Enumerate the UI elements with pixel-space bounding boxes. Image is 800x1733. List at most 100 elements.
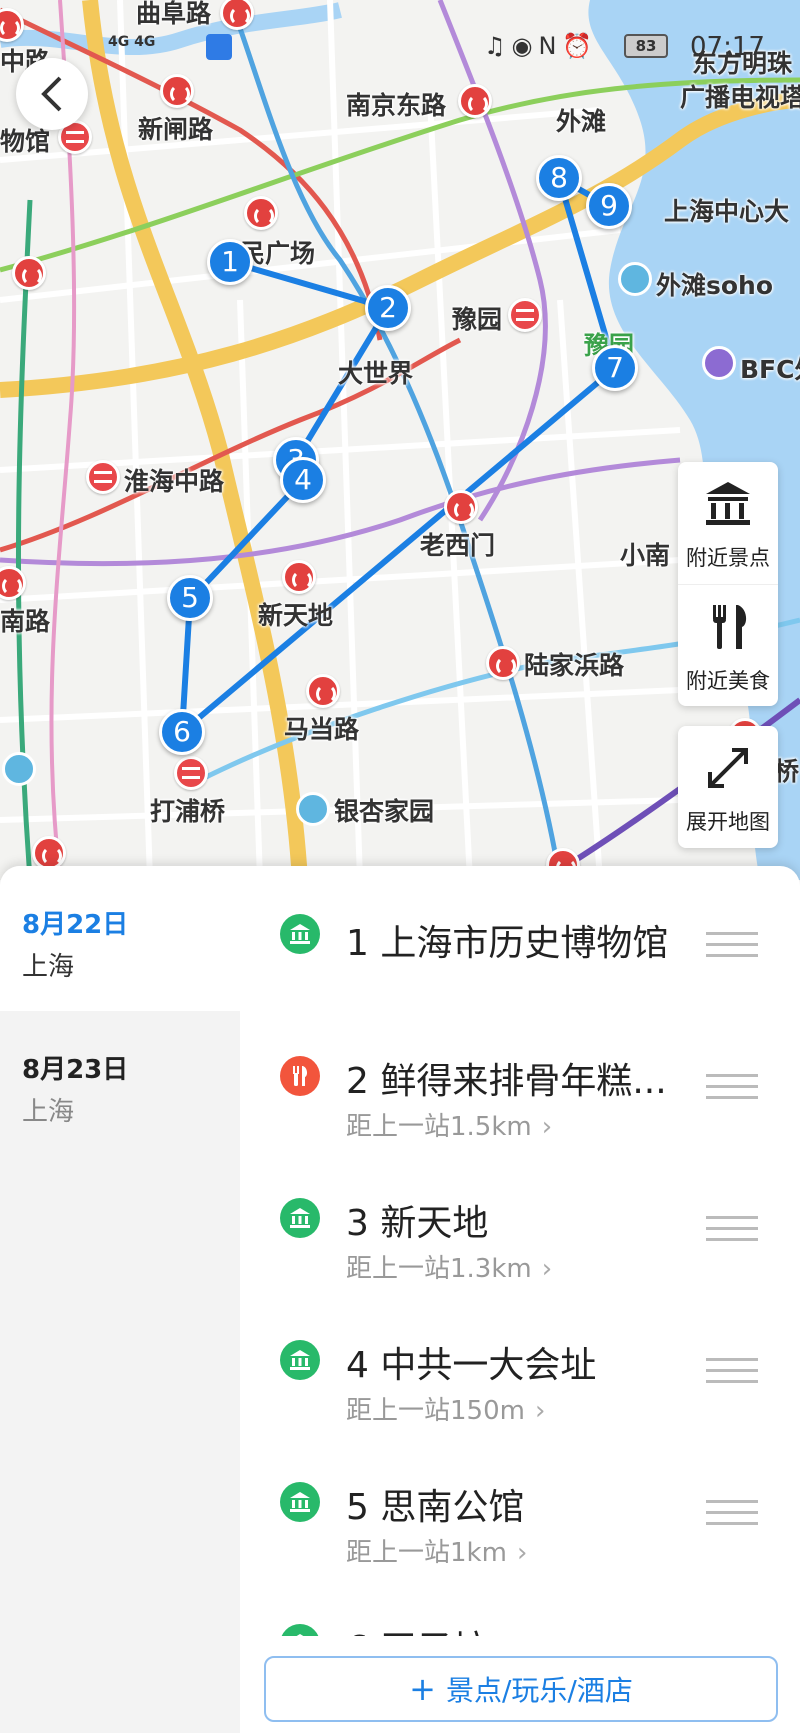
nearby-panel: 附近景点 附近美食 (678, 462, 778, 706)
map-label: 南路 (0, 607, 51, 636)
chevron-right-icon: › (534, 1396, 546, 1426)
route-stop-marker[interactable]: 4 (280, 457, 326, 503)
museum-icon (280, 1198, 320, 1238)
list-item[interactable]: 2 鲜得来排骨年糕... 距上一站1.5km › (240, 1008, 800, 1150)
chevron-right-icon: › (541, 1112, 553, 1142)
distance-text: 距上一站1km (346, 1538, 507, 1568)
expand-map-label: 展开地图 (686, 810, 770, 834)
expand-icon (708, 748, 748, 788)
clock: 07:17 (690, 32, 765, 62)
metro-station-icon (32, 836, 66, 870)
drag-handle-icon[interactable] (706, 1500, 758, 1526)
map-label: 上海中心大 (664, 197, 790, 226)
map-label: 外滩 (556, 107, 607, 136)
metro-station-icon (306, 674, 340, 708)
poi-icon (296, 792, 330, 826)
day-city: 上海 (22, 1097, 75, 1127)
drag-handle-icon[interactable] (706, 1216, 758, 1242)
metro-station-icon (508, 298, 542, 332)
route-stop-marker[interactable]: 1 (207, 239, 253, 285)
map-label: 马当路 (284, 715, 360, 744)
list-item[interactable]: 5 思南公馆 距上一站1km › (240, 1434, 800, 1576)
distance-text: 距上一站1.3km (346, 1254, 532, 1284)
nearby-food-button[interactable]: 附近美食 (678, 584, 778, 706)
map-label: 新天地 (258, 601, 334, 630)
nearby-sights-label: 附近景点 (686, 546, 770, 570)
metro-station-icon (486, 646, 520, 680)
map-label: 打浦桥 (150, 797, 226, 826)
expand-map-inner: 展开地图 (678, 726, 778, 848)
route-stop-marker[interactable]: 7 (592, 345, 638, 391)
network-indicator: 4G 4G (108, 34, 156, 50)
stop-title: 5 思南公馆 (346, 1487, 525, 1528)
museum-icon (280, 1340, 320, 1380)
list-item[interactable]: 3 新天地 距上一站1.3km › (240, 1150, 800, 1292)
poi-icon (2, 752, 36, 786)
metro-station-icon (444, 490, 478, 524)
day-date: 8月23日 (22, 1055, 129, 1085)
status-icons: ♫◉N⏰ (484, 32, 599, 60)
museum-icon (280, 1624, 320, 1636)
day-tabs: 8月22日 上海 8月23日 上海 (0, 866, 240, 1733)
map-label: 曲阜路 (136, 0, 212, 28)
distance-link[interactable]: 距上一站1.3km › (346, 1248, 552, 1285)
chevron-right-icon: › (516, 1538, 528, 1568)
fork-knife-icon (713, 605, 747, 649)
stop-title: 1 上海市历史博物馆 (346, 923, 669, 964)
stop-title: 4 中共一大会址 (346, 1345, 597, 1386)
distance-link[interactable]: 距上一站1km › (346, 1532, 527, 1569)
metro-station-icon (458, 84, 492, 118)
map-label: BFC外 (740, 355, 800, 384)
museum-icon (280, 1482, 320, 1522)
map-label: 银杏家园 (334, 797, 435, 826)
metro-station-icon (12, 256, 46, 290)
drag-handle-icon[interactable] (706, 1074, 758, 1100)
day-tab[interactable]: 8月22日 上海 (0, 866, 240, 1011)
poi-icon (702, 346, 736, 380)
nearby-sights-button[interactable]: 附近景点 (678, 462, 778, 584)
route-map[interactable]: 曲阜路 中路 南京东路 东方明珠 广播电视塔 新闸路 物馆 外滩 上海中心大 民… (0, 0, 800, 880)
landmark-icon (706, 482, 750, 525)
distance-text: 距上一站1.5km (346, 1112, 532, 1142)
route-stop-marker[interactable]: 8 (536, 155, 582, 201)
map-label: 淮海中路 (124, 467, 225, 496)
poi-icon (618, 262, 652, 296)
app-notification-icon (206, 34, 232, 60)
add-stop-button[interactable]: + 景点/玩乐/酒店 (264, 1656, 778, 1722)
stop-title: 2 鲜得来排骨年糕... (346, 1061, 667, 1102)
map-label: 老西门 (420, 531, 496, 560)
plus-icon: + (409, 1670, 436, 1708)
metro-station-icon (174, 756, 208, 790)
list-item[interactable]: 6 田子坊 (240, 1576, 800, 1636)
route-stop-marker[interactable]: 6 (159, 709, 205, 755)
stop-list: 1 上海市历史博物馆 2 鲜得来排骨年糕... 距上一站1.5km › 3 新天地… (240, 866, 800, 1636)
itinerary-panel: 8月22日 上海 8月23日 上海 1 上海市历史博物馆 2 鲜得来排骨年糕..… (0, 866, 800, 1733)
nearby-food-label: 附近美食 (686, 669, 770, 693)
chevron-left-icon (41, 76, 62, 112)
expand-map-button[interactable]: 展开地图 (678, 726, 778, 848)
drag-handle-icon[interactable] (706, 1358, 758, 1384)
metro-station-icon (160, 74, 194, 108)
museum-icon (280, 914, 320, 954)
day-tab[interactable]: 8月23日 上海 (0, 1011, 240, 1156)
metro-station-icon (244, 196, 278, 230)
route-stop-marker[interactable]: 9 (586, 183, 632, 229)
add-stop-label: 景点/玩乐/酒店 (445, 1674, 633, 1707)
map-label: 大世界 (338, 359, 414, 388)
map-label: 陆家浜路 (524, 651, 625, 680)
map-label: 外滩soho (656, 271, 774, 300)
day-city: 上海 (22, 952, 75, 982)
back-button[interactable] (16, 58, 88, 130)
map-label: 广播电视塔 (680, 83, 800, 112)
map-label: 小南 (620, 541, 671, 570)
list-item[interactable]: 4 中共一大会址 距上一站150m › (240, 1292, 800, 1434)
distance-link[interactable]: 距上一站1.5km › (346, 1106, 552, 1143)
list-item[interactable]: 1 上海市历史博物馆 (240, 866, 800, 1008)
chevron-right-icon: › (541, 1254, 553, 1284)
distance-link[interactable]: 距上一站150m › (346, 1390, 545, 1427)
drag-handle-icon[interactable] (706, 932, 758, 958)
route-stop-marker[interactable]: 5 (167, 575, 213, 621)
day-date: 8月22日 (22, 910, 129, 940)
route-stop-marker[interactable]: 2 (365, 285, 411, 331)
distance-text: 距上一站150m (346, 1396, 525, 1426)
